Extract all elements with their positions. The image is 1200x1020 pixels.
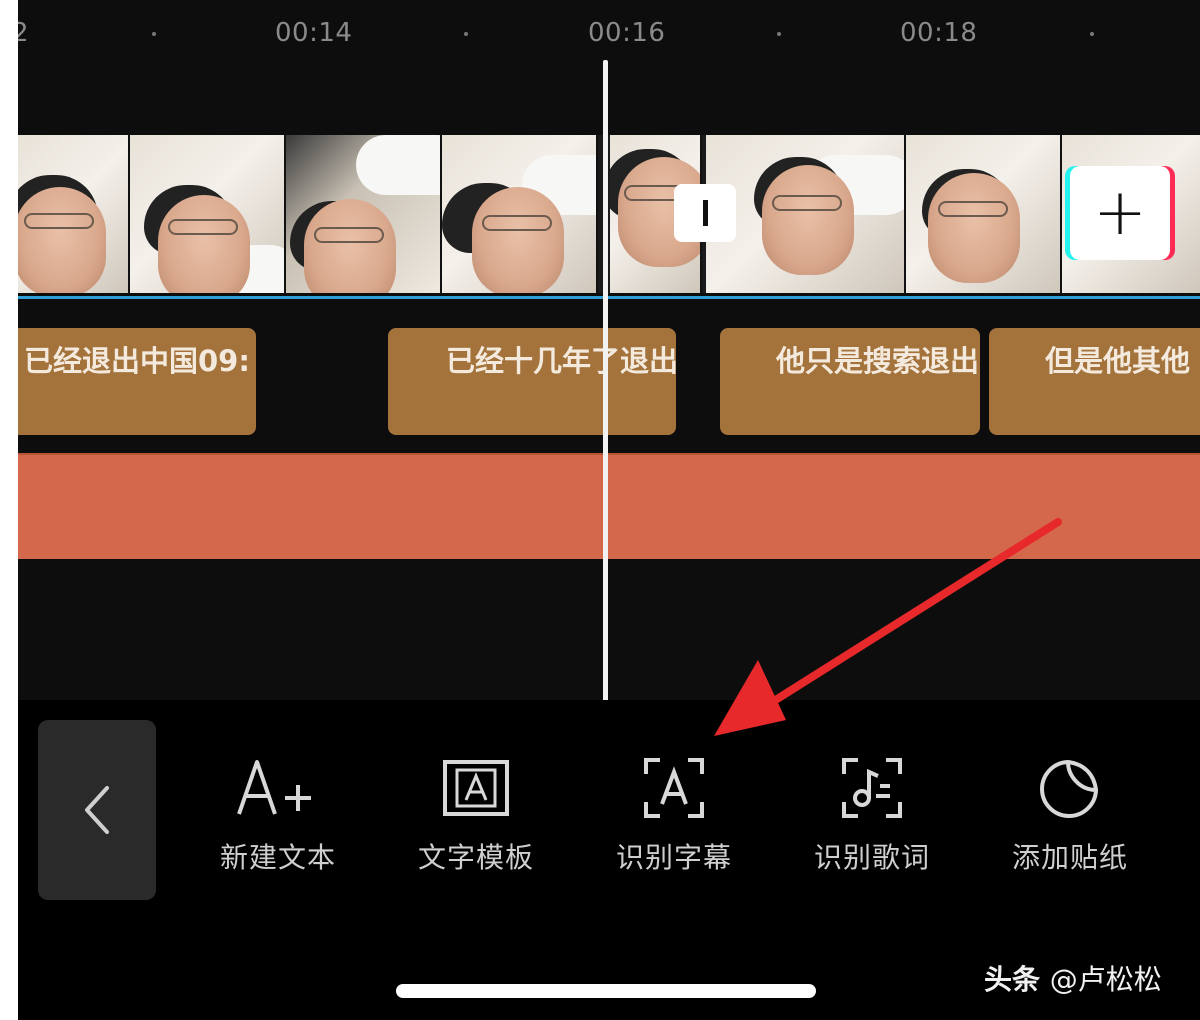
subtitle-clip[interactable]: 已经十几年了退出 (388, 328, 676, 435)
back-button[interactable] (38, 720, 156, 900)
timeline-ruler[interactable]: 2 00:14 00:16 00:18 (18, 0, 1200, 70)
transition-button[interactable] (674, 184, 736, 242)
text-template-button[interactable]: 文字模板 (401, 752, 551, 882)
new-text-button[interactable]: 新建文本 (203, 752, 353, 882)
ruler-label: 00:18 (900, 18, 978, 48)
sticker-icon (1040, 760, 1098, 818)
editor-screen: 2 00:14 00:16 00:18 + 已经退出中国09: 已经十几年了退出… (18, 0, 1200, 1020)
video-thumbnail (286, 135, 442, 293)
recognize-subtitle-icon (644, 758, 704, 818)
bottom-toolbar: 新建文本 文字模板 识别字幕 识别歌词 添加贴纸 头条 @卢松松 (18, 700, 1200, 1020)
chevron-left-icon (85, 786, 109, 834)
ruler-label: 00:14 (275, 18, 353, 48)
add-sticker-button[interactable]: 添加贴纸 (995, 752, 1145, 882)
subtitle-clip[interactable]: 已经退出中国09: (18, 328, 256, 435)
video-thumbnail (442, 135, 598, 293)
ruler-dot (1090, 32, 1094, 36)
video-thumbnail (906, 135, 1062, 293)
watermark: 头条 @卢松松 (984, 958, 1162, 998)
ruler-dot (152, 32, 156, 36)
clip-track-underline (18, 296, 1200, 299)
watermark-handle: @卢松松 (1049, 963, 1162, 996)
text-add-icon (237, 760, 311, 815)
subtitle-clip[interactable]: 但是他其他 (989, 328, 1200, 435)
video-thumbnail (18, 135, 130, 293)
tool-label: 新建文本 (219, 841, 336, 874)
video-thumbnail (130, 135, 286, 293)
tool-label: 识别歌词 (813, 841, 930, 874)
recognize-subtitle-button[interactable]: 识别字幕 (599, 752, 749, 882)
transition-bar-icon (702, 200, 708, 226)
ruler-label: 00:16 (588, 18, 666, 48)
recognize-lyrics-icon (842, 758, 902, 818)
watermark-brand: 头条 (984, 963, 1041, 996)
audio-track[interactable] (18, 453, 1200, 559)
playhead[interactable] (603, 60, 608, 702)
tool-label: 添加贴纸 (1011, 841, 1128, 874)
ruler-dot (464, 32, 468, 36)
subtitle-text: 已经退出中国09: (24, 344, 250, 378)
text-template-icon (443, 760, 509, 816)
video-thumbnail (706, 135, 906, 293)
subtitle-text: 他只是搜索退出 (776, 344, 980, 378)
ruler-edge-label: 2 (18, 18, 30, 48)
subtitle-clip[interactable]: 他只是搜索退出 (720, 328, 980, 435)
add-clip-button[interactable]: + (1070, 166, 1170, 260)
subtitle-text: 已经十几年了退出 (446, 344, 676, 378)
ruler-dot (777, 32, 781, 36)
tool-label: 识别字幕 (615, 841, 732, 874)
tool-label: 文字模板 (417, 841, 534, 874)
recognize-lyrics-button[interactable]: 识别歌词 (797, 752, 947, 882)
subtitle-text: 但是他其他 (1045, 344, 1191, 378)
plus-icon: + (1093, 176, 1147, 250)
home-indicator[interactable] (396, 984, 816, 998)
video-clip-track[interactable] (18, 135, 1200, 293)
